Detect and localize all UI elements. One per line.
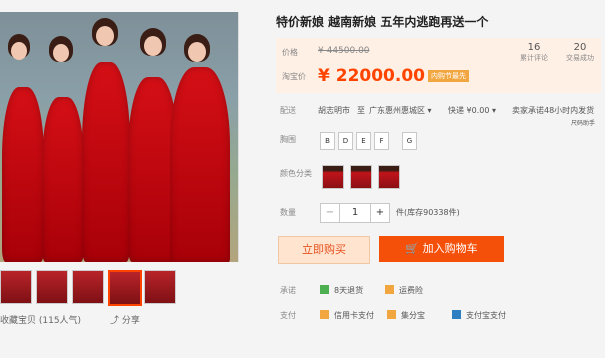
- shipping-origin: 胡志明市: [318, 106, 350, 115]
- add-to-cart-button[interactable]: 🛒 加入购物车: [379, 236, 504, 262]
- sales-count[interactable]: 20 交易成功: [555, 42, 605, 63]
- share-icon: ⤴: [110, 316, 122, 326]
- thumbnail-image[interactable]: [72, 270, 104, 304]
- face-shape: [188, 42, 206, 62]
- color-label: 颜色分类: [280, 169, 312, 178]
- promise-label: 承诺: [280, 286, 296, 295]
- quantity-label: 数量: [280, 208, 296, 217]
- payment-credit-card[interactable]: 信用卡支付: [334, 310, 374, 321]
- dress-figure: [2, 87, 44, 262]
- chevron-down-icon: ▾: [489, 106, 497, 115]
- courier-select[interactable]: 快递 ¥0.00 ▾: [448, 105, 496, 116]
- thumbnail-image-selected[interactable]: [108, 270, 142, 306]
- product-page: 收藏宝贝 (115人气) ⤴ 分享 特价新娘 越南新娘 五年内逃跑再送一个 价格…: [0, 0, 605, 358]
- buy-now-button[interactable]: 立即购买: [278, 236, 370, 264]
- color-swatch[interactable]: [378, 165, 400, 189]
- quantity-increment-button[interactable]: +: [370, 203, 390, 223]
- shipping-insurance[interactable]: 运费险: [399, 285, 423, 296]
- quantity-decrement-button[interactable]: −: [320, 203, 340, 223]
- shipping-fee: ¥0.00: [466, 106, 490, 115]
- product-title: 特价新娘 越南新娘 五年内逃跑再送一个: [276, 15, 489, 29]
- sales-count-label: 交易成功: [566, 54, 594, 62]
- quantity-input[interactable]: 1: [339, 203, 371, 223]
- dress-figure: [42, 97, 84, 262]
- face-shape: [11, 42, 27, 60]
- credit-card-icon: [320, 310, 329, 319]
- stock-text: 件(库存90338件): [396, 208, 460, 217]
- product-main-image[interactable]: [0, 12, 239, 262]
- dress-figure: [170, 67, 230, 262]
- courier-name: 快递: [448, 106, 464, 115]
- size-helper-link[interactable]: 尺码助手: [571, 118, 595, 127]
- dress-figure: [82, 62, 130, 262]
- shipping-insurance-icon: [385, 285, 394, 294]
- original-price: ¥ 44500.00: [318, 46, 370, 56]
- add-to-cart-label: 加入购物车: [422, 242, 478, 255]
- price-label: 价格: [282, 48, 298, 57]
- shipping-label: 配送: [280, 106, 296, 115]
- shipping-destination: 广东惠州惠城区: [369, 106, 425, 115]
- size-option-d[interactable]: D: [338, 132, 353, 150]
- color-swatch[interactable]: [350, 165, 372, 189]
- size-option-e[interactable]: E: [356, 132, 371, 150]
- face-shape: [144, 36, 162, 56]
- thumbnail-image[interactable]: [144, 270, 176, 304]
- taobao-price-label: 淘宝价: [282, 72, 306, 81]
- thumbnail-strip: [0, 270, 180, 306]
- shipping-to-word: 至: [357, 106, 365, 115]
- current-price: ¥ 22000.00: [318, 66, 426, 86]
- size-option-f[interactable]: F: [374, 132, 389, 150]
- shipping-destination-select[interactable]: 广东惠州惠城区 ▾: [369, 105, 432, 116]
- chevron-down-icon: ▾: [425, 106, 432, 115]
- return-policy[interactable]: 8天退货: [334, 285, 363, 296]
- payment-jifenbao[interactable]: 集分宝: [401, 310, 425, 321]
- payment-alipay[interactable]: 支付宝支付: [466, 310, 506, 321]
- favorite-link[interactable]: 收藏宝贝 (115人气): [0, 313, 81, 326]
- delivery-promise: 卖家承诺48小时内发货: [512, 106, 595, 115]
- thumbnail-image[interactable]: [36, 270, 68, 304]
- return-policy-icon: [320, 285, 329, 294]
- payment-label: 支付: [280, 311, 296, 320]
- alipay-icon: [452, 310, 461, 319]
- size-option-b[interactable]: B: [320, 132, 335, 150]
- promo-badge: 内购节最先: [428, 70, 469, 82]
- size-label: 胸围: [280, 135, 296, 144]
- share-label: 分享: [121, 316, 140, 326]
- size-option-g[interactable]: G: [402, 132, 417, 150]
- face-shape: [53, 44, 69, 62]
- thumbnail-image[interactable]: [0, 270, 32, 304]
- review-count-label: 累计评论: [520, 54, 548, 62]
- cart-icon: 🛒: [405, 242, 423, 255]
- review-count[interactable]: 16 累计评论: [509, 42, 559, 63]
- review-count-number: 16: [527, 42, 541, 53]
- share-link[interactable]: ⤴ 分享: [110, 313, 140, 326]
- jifenbao-icon: [387, 310, 396, 319]
- color-swatch[interactable]: [322, 165, 344, 189]
- face-shape: [96, 26, 114, 46]
- sales-count-number: 20: [573, 42, 587, 53]
